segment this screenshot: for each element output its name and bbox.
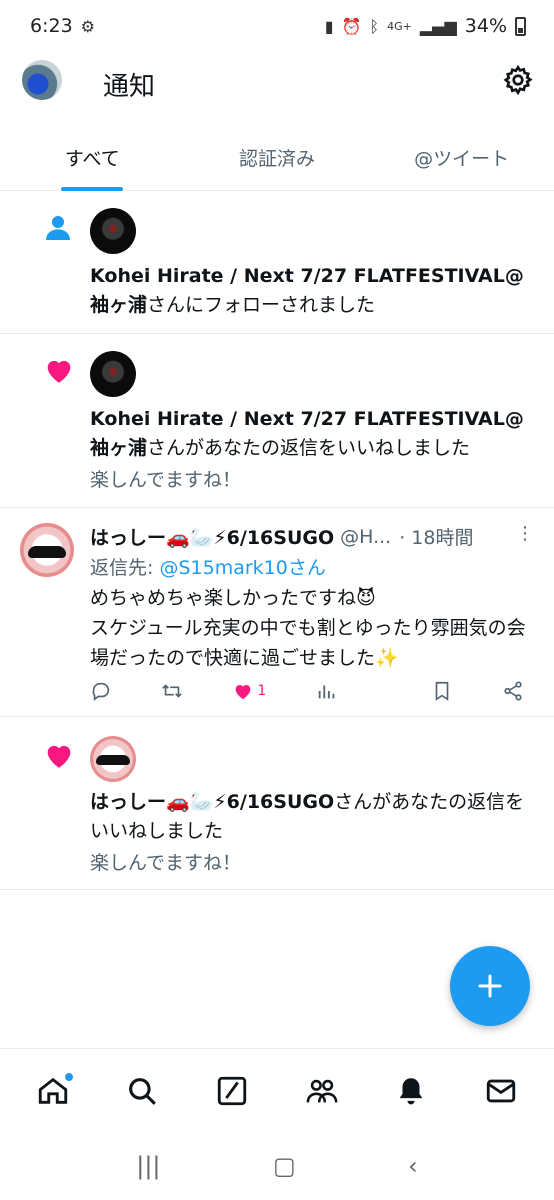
notification-tabs: すべて 認証済み @ツイート [0, 128, 554, 191]
bell-icon [400, 1077, 423, 1104]
page-title: 通知 [103, 72, 156, 102]
share-icon [504, 681, 522, 701]
user-avatar[interactable] [90, 736, 136, 782]
tweet-text-line: めちゃめちゃ楽しかったですね😈 [90, 587, 376, 609]
battery-percent: 34% [464, 15, 507, 37]
bluetooth-icon: ᛒ [369, 16, 380, 36]
user-handle[interactable]: @H... [340, 526, 391, 548]
nav-search[interactable] [112, 1061, 172, 1121]
liked-snippet: 楽しんでますね！ [90, 852, 242, 874]
tweet-actions: 1 [90, 677, 524, 705]
user-avatar[interactable] [90, 208, 136, 254]
share-button[interactable] [502, 680, 524, 702]
person-follow-icon [46, 216, 70, 240]
nav-grok[interactable] [202, 1061, 262, 1121]
home-system-icon[interactable]: ▢ [273, 1152, 296, 1180]
notification-follow[interactable]: Kohei Hirate / Next 7/27 FLATFESTIVAL@袖ヶ… [0, 192, 554, 334]
new-content-dot [64, 1072, 73, 1081]
settings-gear-icon[interactable] [502, 64, 534, 96]
nav-notifications[interactable] [381, 1061, 441, 1121]
notification-action: さんにフォローされました [147, 294, 376, 316]
like-button[interactable]: 1 [232, 680, 266, 702]
alarm-icon: ⏰ [341, 16, 362, 36]
bookmark-button[interactable] [431, 680, 453, 702]
bottom-nav [0, 1048, 554, 1132]
notification-like[interactable]: はっしー🚗🦢⚡6/16SUGOさんがあなたの返信をいいねしました 楽しんでますね… [0, 718, 554, 890]
battery-icon [515, 16, 526, 36]
plus-icon [478, 974, 502, 998]
like-count: 1 [257, 683, 267, 699]
sd-card-icon: ▮ [324, 16, 334, 36]
notification-text: Kohei Hirate / Next 7/27 FLATFESTIVAL@袖ヶ… [90, 405, 534, 463]
analytics-icon [318, 685, 334, 699]
views-button[interactable] [316, 680, 338, 702]
tweet-card[interactable]: はっしー🚗🦢⚡6/16SUGO @H... · 18時間 ⋮ 返信先: @S15… [0, 509, 554, 717]
tweet-header: はっしー🚗🦢⚡6/16SUGO @H... · 18時間 ⋮ [90, 523, 534, 550]
mail-icon [486, 1079, 516, 1102]
tab-mentions[interactable]: @ツイート [369, 128, 554, 190]
settings-status-icon: ⚙ [80, 16, 96, 36]
nav-home[interactable] [23, 1061, 83, 1121]
liked-snippet: 楽しんでますね！ [90, 469, 242, 491]
user-name[interactable]: はっしー🚗🦢⚡6/16SUGO [90, 523, 334, 550]
retweet-button[interactable] [161, 680, 183, 702]
status-bar: 6:23 ⚙ ▮ ⏰ ᛒ 4G+ ▂▄▆ 34% [0, 0, 554, 52]
notification-text: はっしー🚗🦢⚡6/16SUGOさんがあなたの返信をいいねしました [90, 788, 534, 846]
recent-apps-icon[interactable]: ||| [136, 1152, 160, 1180]
notification-text: Kohei Hirate / Next 7/27 FLATFESTIVAL@袖ヶ… [90, 262, 534, 320]
compose-tweet-button[interactable] [450, 946, 530, 1026]
retweet-icon [162, 684, 182, 698]
search-icon [129, 1077, 157, 1105]
user-avatar[interactable] [90, 351, 136, 397]
tweet-body: めちゃめちゃ楽しかったですね😈 スケジュール充実の中でも割とゆったり雰囲気の会場… [90, 583, 540, 673]
notification-like[interactable]: Kohei Hirate / Next 7/27 FLATFESTIVAL@袖ヶ… [0, 335, 554, 508]
heart-icon [236, 685, 251, 700]
reply-button[interactable] [90, 680, 112, 702]
reply-icon [92, 682, 110, 701]
communities-icon [306, 1079, 338, 1102]
tab-all[interactable]: すべて [0, 128, 185, 191]
tweet-text-line: スケジュール充実の中でも割とゆったり雰囲気の会場だったので快適に過ごせました✨ [90, 617, 526, 669]
tab-verified[interactable]: 認証済み [185, 128, 370, 190]
nav-communities[interactable] [292, 1061, 352, 1121]
user-avatar[interactable] [20, 523, 74, 577]
tweet-time: · 18時間 [399, 527, 474, 549]
system-nav-bar: ||| ▢ ‹ [0, 1132, 554, 1200]
heart-like-icon [47, 745, 71, 768]
back-icon[interactable]: ‹ [408, 1152, 418, 1180]
signal-icon: ▂▄▆ [419, 16, 457, 36]
notification-action: さんがあなたの返信をいいねしました [147, 437, 471, 459]
heart-like-icon [47, 360, 71, 383]
user-name[interactable]: はっしー🚗🦢⚡6/16SUGO [90, 791, 334, 813]
bookmark-icon [435, 681, 449, 701]
app-header: 通知 [0, 52, 554, 114]
status-time: 6:23 [30, 15, 73, 37]
reply-label: 返信先: [90, 557, 160, 579]
profile-avatar[interactable] [22, 60, 62, 100]
network-type: 4G+ [387, 19, 412, 33]
more-options-icon[interactable]: ⋮ [516, 523, 534, 544]
reply-context: 返信先: @S15mark10さん [90, 553, 326, 580]
reply-mention[interactable]: @S15mark10さん [159, 557, 325, 579]
nav-messages[interactable] [471, 1061, 531, 1121]
grok-icon [217, 1076, 247, 1105]
